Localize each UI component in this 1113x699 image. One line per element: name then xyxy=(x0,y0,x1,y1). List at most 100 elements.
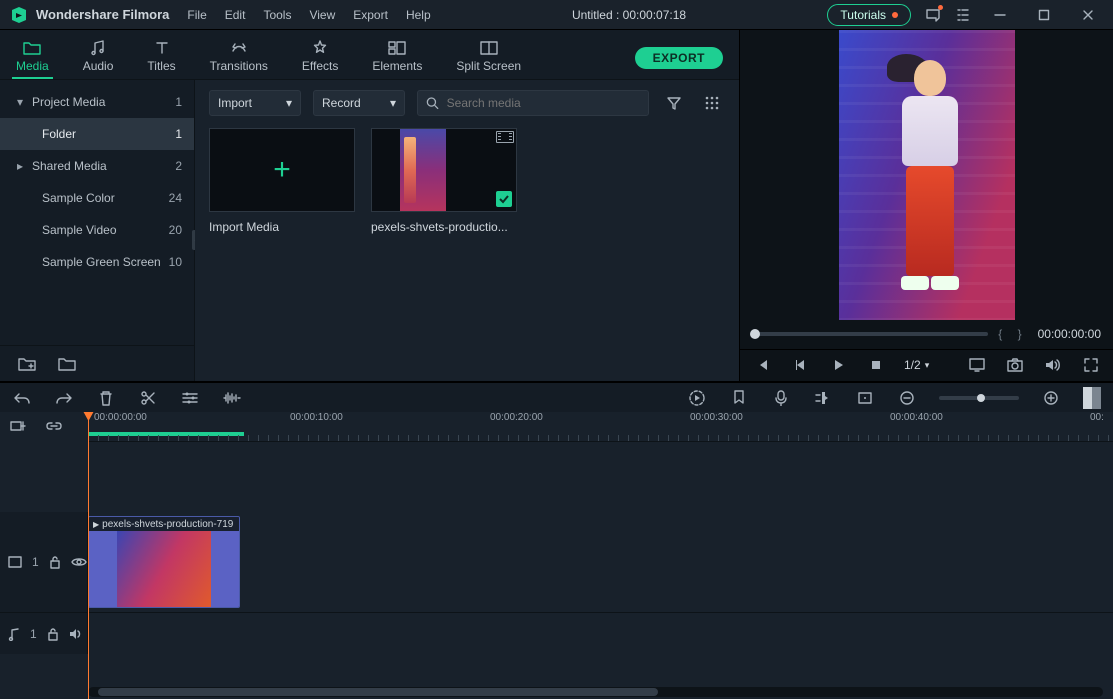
window-maximize-button[interactable] xyxy=(1029,0,1059,30)
voiceover-icon[interactable] xyxy=(771,388,791,408)
preview-video[interactable] xyxy=(740,30,1113,320)
snapshot-icon[interactable] xyxy=(1005,355,1025,375)
filter-icon[interactable] xyxy=(661,90,687,116)
plus-icon: + xyxy=(273,153,291,187)
video-track[interactable]: 1 ▶pexels-shvets-production-719 xyxy=(0,512,1113,612)
preview-panel: { } 00:00:00:00 1/2▾ xyxy=(740,30,1113,381)
sidebar-item-sample-video[interactable]: Sample Video20 xyxy=(0,214,194,246)
elements-icon xyxy=(388,39,406,57)
crop-icon[interactable] xyxy=(855,388,875,408)
sidebar-item-folder[interactable]: Folder1 xyxy=(0,118,194,150)
tool-tabs: Media Audio Titles Transitions Effects xyxy=(0,30,739,80)
media-sidebar: ▾Project Media1 Folder1 ▸Shared Media2 S… xyxy=(0,80,195,381)
music-note-icon xyxy=(89,39,107,57)
redo-button[interactable] xyxy=(54,388,74,408)
sidebar-item-project-media[interactable]: ▾Project Media1 xyxy=(0,86,194,118)
app-logo-icon xyxy=(10,6,28,24)
document-title: Untitled : 00:00:07:18 xyxy=(431,8,828,22)
record-dropdown[interactable]: Record▾ xyxy=(313,90,405,116)
transitions-icon xyxy=(230,39,248,57)
split-button[interactable] xyxy=(138,388,158,408)
marker-icon[interactable] xyxy=(729,388,749,408)
play-button[interactable] xyxy=(828,355,848,375)
tab-effects[interactable]: Effects xyxy=(302,39,338,79)
zoom-out-button[interactable] xyxy=(897,388,917,408)
messages-icon[interactable] xyxy=(925,7,941,23)
preview-quality-dropdown[interactable]: 1/2▾ xyxy=(904,358,929,372)
prev-frame-button[interactable] xyxy=(752,355,772,375)
track-lock-icon[interactable] xyxy=(49,555,61,569)
menu-tools[interactable]: Tools xyxy=(263,8,291,22)
audio-track[interactable]: 1 xyxy=(0,612,1113,654)
task-list-icon[interactable] xyxy=(955,7,971,23)
tab-transitions[interactable]: Transitions xyxy=(210,39,268,79)
preview-scrubber[interactable] xyxy=(752,332,988,336)
folder-icon xyxy=(23,39,41,57)
display-mode-icon[interactable] xyxy=(967,355,987,375)
timeline-link-icon[interactable] xyxy=(44,416,64,436)
tab-elements[interactable]: Elements xyxy=(372,39,422,79)
audio-track-icon xyxy=(8,627,20,641)
import-dropdown[interactable]: Import▾ xyxy=(209,90,301,116)
timeline-add-track-icon[interactable] xyxy=(8,416,28,436)
media-clip-tile[interactable]: pexels-shvets-productio... xyxy=(371,128,517,234)
timeline-toolbar xyxy=(0,382,1113,412)
tab-titles[interactable]: Titles xyxy=(147,39,175,79)
undo-button[interactable] xyxy=(12,388,32,408)
fullscreen-icon[interactable] xyxy=(1081,355,1101,375)
checkmark-icon xyxy=(496,191,512,207)
search-media-input[interactable] xyxy=(417,90,649,116)
menu-file[interactable]: File xyxy=(187,8,206,22)
open-folder-icon[interactable] xyxy=(58,357,76,371)
tab-media[interactable]: Media xyxy=(16,39,49,79)
menu-edit[interactable]: Edit xyxy=(225,8,246,22)
play-backward-button[interactable] xyxy=(790,355,810,375)
tutorials-button[interactable]: Tutorials xyxy=(827,4,911,26)
window-close-button[interactable] xyxy=(1073,0,1103,30)
audio-wave-icon[interactable] xyxy=(222,388,242,408)
timeline: 00:00:00:00 00:00:10:00 00:00:20:00 00:0… xyxy=(0,412,1113,699)
titlebar: Wondershare Filmora File Edit Tools View… xyxy=(0,0,1113,30)
zoom-slider[interactable] xyxy=(939,396,1019,400)
tab-audio[interactable]: Audio xyxy=(83,39,114,79)
app-name: Wondershare Filmora xyxy=(36,7,169,22)
audio-mixer-icon[interactable] xyxy=(813,388,833,408)
new-folder-icon[interactable] xyxy=(18,357,36,371)
marker-braces[interactable]: { } xyxy=(998,327,1027,341)
volume-icon[interactable] xyxy=(1043,355,1063,375)
timeline-scrollbar[interactable] xyxy=(88,687,1103,697)
media-pane: Import▾ Record▾ + Import Media xyxy=(195,80,739,381)
render-preview-icon[interactable] xyxy=(687,388,707,408)
effects-icon xyxy=(312,39,328,57)
menu-export[interactable]: Export xyxy=(353,8,388,22)
split-screen-icon xyxy=(480,39,498,57)
timeline-clip[interactable]: ▶pexels-shvets-production-719 xyxy=(88,516,240,608)
titles-icon xyxy=(154,39,170,57)
audio-lock-icon[interactable] xyxy=(47,627,59,641)
window-minimize-button[interactable] xyxy=(985,0,1015,30)
delete-button[interactable] xyxy=(96,388,116,408)
grid-view-icon[interactable] xyxy=(699,90,725,116)
adjust-icon[interactable] xyxy=(180,388,200,408)
track-visibility-icon[interactable] xyxy=(71,556,87,568)
preview-time: 00:00:00:00 xyxy=(1038,327,1101,341)
export-button[interactable]: EXPORT xyxy=(635,47,723,69)
menu-view[interactable]: View xyxy=(309,8,335,22)
stop-button[interactable] xyxy=(866,355,886,375)
video-track-icon xyxy=(8,556,22,568)
video-track-index: 1 xyxy=(32,555,39,569)
sidebar-item-shared-media[interactable]: ▸Shared Media2 xyxy=(0,150,194,182)
fit-timeline-icon[interactable] xyxy=(1083,387,1101,409)
video-badge-icon xyxy=(496,131,514,143)
sidebar-item-sample-color[interactable]: Sample Color24 xyxy=(0,182,194,214)
audio-mute-icon[interactable] xyxy=(69,628,83,640)
tab-split-screen[interactable]: Split Screen xyxy=(456,39,521,79)
audio-track-index: 1 xyxy=(30,627,37,641)
import-media-tile[interactable]: + Import Media xyxy=(209,128,355,234)
sidebar-item-sample-green-screen[interactable]: Sample Green Screen10 xyxy=(0,246,194,278)
zoom-in-button[interactable] xyxy=(1041,388,1061,408)
timeline-ruler[interactable]: 00:00:00:00 00:00:10:00 00:00:20:00 00:0… xyxy=(88,412,1113,442)
search-icon xyxy=(426,96,439,110)
menu-help[interactable]: Help xyxy=(406,8,431,22)
playhead[interactable] xyxy=(88,412,89,699)
